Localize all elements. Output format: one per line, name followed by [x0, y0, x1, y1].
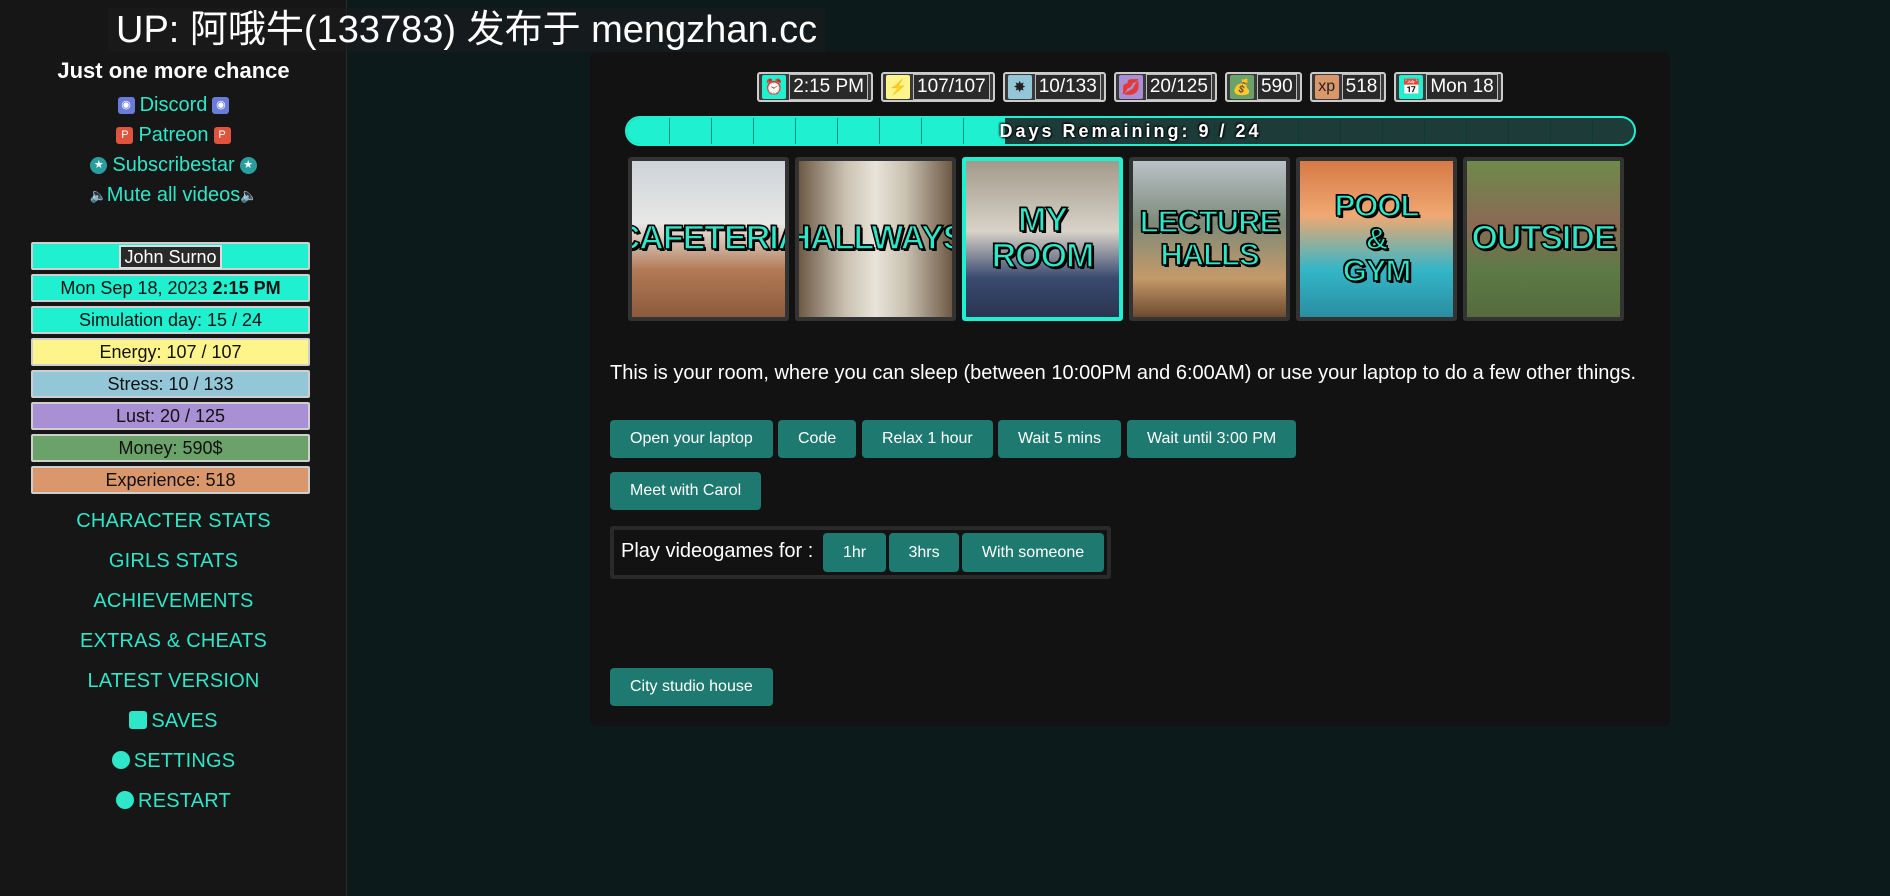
- game-title: Just one more chance: [57, 58, 290, 83]
- discord-icon: ◉: [117, 97, 135, 114]
- mute-videos-label: Mute all videos: [106, 184, 241, 206]
- hud-money: 💰 590: [1224, 72, 1302, 102]
- discord-icon: ◉: [212, 97, 230, 114]
- lust-bar: Lust: 20 / 125: [31, 402, 310, 430]
- location-lecture-halls[interactable]: LECTURE HALLS: [1129, 157, 1290, 321]
- player-name[interactable]: John Surno: [119, 245, 222, 269]
- location-pool-gym[interactable]: POOL & GYM: [1296, 157, 1457, 321]
- speaker-icon: 🔈: [240, 187, 258, 203]
- hud-bar: ⏰ 2:15 PM ⚡ 107/107 ✸ 10/133 💋 20/125 💰 …: [590, 72, 1670, 102]
- patreon-label: Patreon: [138, 124, 209, 146]
- location-label: LECTURE HALLS: [1139, 204, 1281, 272]
- nav-settings-label: SETTINGS: [133, 750, 236, 772]
- hud-time-value: 2:15 PM: [789, 74, 869, 100]
- days-remaining-label: Days Remaining: 9 / 24: [999, 121, 1262, 141]
- patreon-icon: P: [116, 127, 134, 144]
- discord-label: Discord: [139, 94, 208, 116]
- stress-bar: Stress: 10 / 133: [31, 370, 310, 398]
- hud-lust: 💋 20/125: [1113, 72, 1217, 102]
- speaker-icon: 🔈: [89, 187, 108, 203]
- videogames-panel: Play videogames for : 1hr 3hrs With some…: [610, 526, 1111, 579]
- stress-icon: ✸: [1007, 75, 1032, 99]
- videogames-with-someone-button[interactable]: With someone: [962, 533, 1104, 572]
- alarm-clock-icon: ⏰: [762, 75, 787, 99]
- hud-energy-value: 107/107: [913, 74, 990, 100]
- hud-xp: xp 518: [1309, 72, 1387, 102]
- mute-videos-link[interactable]: 🔈 Mute all videos 🔈: [0, 184, 347, 207]
- city-studio-house-button[interactable]: City studio house: [610, 668, 773, 706]
- gear-icon: [111, 751, 130, 769]
- code-button[interactable]: Code: [778, 420, 857, 458]
- hud-stress: ✸ 10/133: [1002, 72, 1106, 102]
- date-bar: Mon Sep 18, 2023 2:15 PM: [31, 274, 310, 302]
- lightning-icon: ⚡: [886, 75, 911, 99]
- calendar-icon: 📅: [1399, 75, 1424, 99]
- nav-achievements[interactable]: ACHIEVEMENTS: [0, 590, 347, 613]
- nav-girls-stats[interactable]: GIRLS STATS: [0, 550, 347, 573]
- nav-restart-label: RESTART: [138, 790, 231, 812]
- videogames-3hrs-button[interactable]: 3hrs: [889, 533, 959, 572]
- location-label: POOL & GYM: [1334, 188, 1420, 289]
- nav-settings[interactable]: SETTINGS: [0, 750, 347, 773]
- power-icon: [116, 791, 135, 809]
- simulation-day-bar: Simulation day: 15 / 24: [31, 306, 310, 334]
- days-remaining-progress: Days Remaining: 9 / 24: [625, 116, 1636, 146]
- hud-xp-value: 518: [1341, 74, 1382, 100]
- experience-bar: Experience: 518: [31, 466, 310, 494]
- floppy-disk-icon: [129, 711, 148, 729]
- location-outside[interactable]: OUTSIDE: [1463, 157, 1624, 321]
- location-label: CAFETERIA: [632, 219, 785, 258]
- nav-saves-label: SAVES: [151, 710, 218, 732]
- main-panel: ⏰ 2:15 PM ⚡ 107/107 ✸ 10/133 💋 20/125 💰 …: [590, 52, 1670, 726]
- date-time: 2:15 PM: [212, 278, 281, 298]
- location-label: OUTSIDE: [1471, 219, 1618, 258]
- nav-extras-cheats[interactable]: EXTRAS & CHEATS: [0, 630, 347, 653]
- hud-money-value: 590: [1256, 74, 1297, 100]
- meet-carol-button[interactable]: Meet with Carol: [610, 472, 762, 510]
- sidebar: Just one more chance ◉ Discord ◉ P Patre…: [0, 0, 347, 896]
- nav-restart[interactable]: RESTART: [0, 790, 347, 813]
- subscribestar-link[interactable]: ★ Subscribestar ★: [0, 154, 347, 177]
- videogames-label: Play videogames for :: [621, 540, 814, 562]
- location-my-room[interactable]: MY ROOM: [962, 157, 1123, 321]
- location-cafeteria[interactable]: CAFETERIA: [628, 157, 789, 321]
- watermark-overlay: UP: 阿哦牛(133783) 发布于 mengzhan.cc: [108, 8, 826, 52]
- money-bar: Money: 590$: [31, 434, 310, 462]
- nav-saves[interactable]: SAVES: [0, 710, 347, 733]
- wait-5-mins-button[interactable]: Wait 5 mins: [998, 420, 1121, 458]
- open-laptop-button[interactable]: Open your laptop: [610, 420, 773, 458]
- subscribestar-icon: ★: [90, 157, 108, 174]
- hud-stress-value: 10/133: [1034, 74, 1101, 100]
- hud-energy: ⚡ 107/107: [881, 72, 995, 102]
- money-bag-icon: 💰: [1229, 75, 1254, 99]
- hud-time: ⏰ 2:15 PM: [757, 72, 874, 102]
- lips-icon: 💋: [1118, 75, 1143, 99]
- location-hallways[interactable]: HALLWAYS: [795, 157, 956, 321]
- location-label: HALLWAYS: [795, 219, 956, 258]
- nav-character-stats[interactable]: CHARACTER STATS: [0, 510, 347, 533]
- patreon-icon: P: [213, 127, 231, 144]
- location-selector: CAFETERIA HALLWAYS MY ROOM LECTURE HALLS…: [628, 157, 1624, 321]
- hud-day: 📅 Mon 18: [1394, 72, 1503, 102]
- subscribestar-label: Subscribestar: [112, 154, 235, 176]
- date-text: Mon Sep 18, 2023: [60, 278, 208, 298]
- location-label: MY ROOM: [991, 201, 1095, 275]
- patreon-link[interactable]: P Patreon P: [0, 124, 347, 147]
- xp-icon: xp: [1314, 75, 1339, 99]
- discord-link[interactable]: ◉ Discord ◉: [0, 94, 347, 117]
- wait-until-button[interactable]: Wait until 3:00 PM: [1127, 420, 1297, 458]
- hud-lust-value: 20/125: [1145, 74, 1212, 100]
- videogames-1hr-button[interactable]: 1hr: [823, 533, 886, 572]
- energy-bar: Energy: 107 / 107: [31, 338, 310, 366]
- relax-button[interactable]: Relax 1 hour: [862, 420, 993, 458]
- room-description: This is your room, where you can sleep (…: [610, 362, 1637, 384]
- nav-latest-version[interactable]: LATEST VERSION: [0, 670, 347, 693]
- subscribestar-icon: ★: [239, 157, 257, 174]
- player-name-bar[interactable]: John Surno: [31, 242, 310, 270]
- hud-day-value: Mon 18: [1426, 74, 1498, 100]
